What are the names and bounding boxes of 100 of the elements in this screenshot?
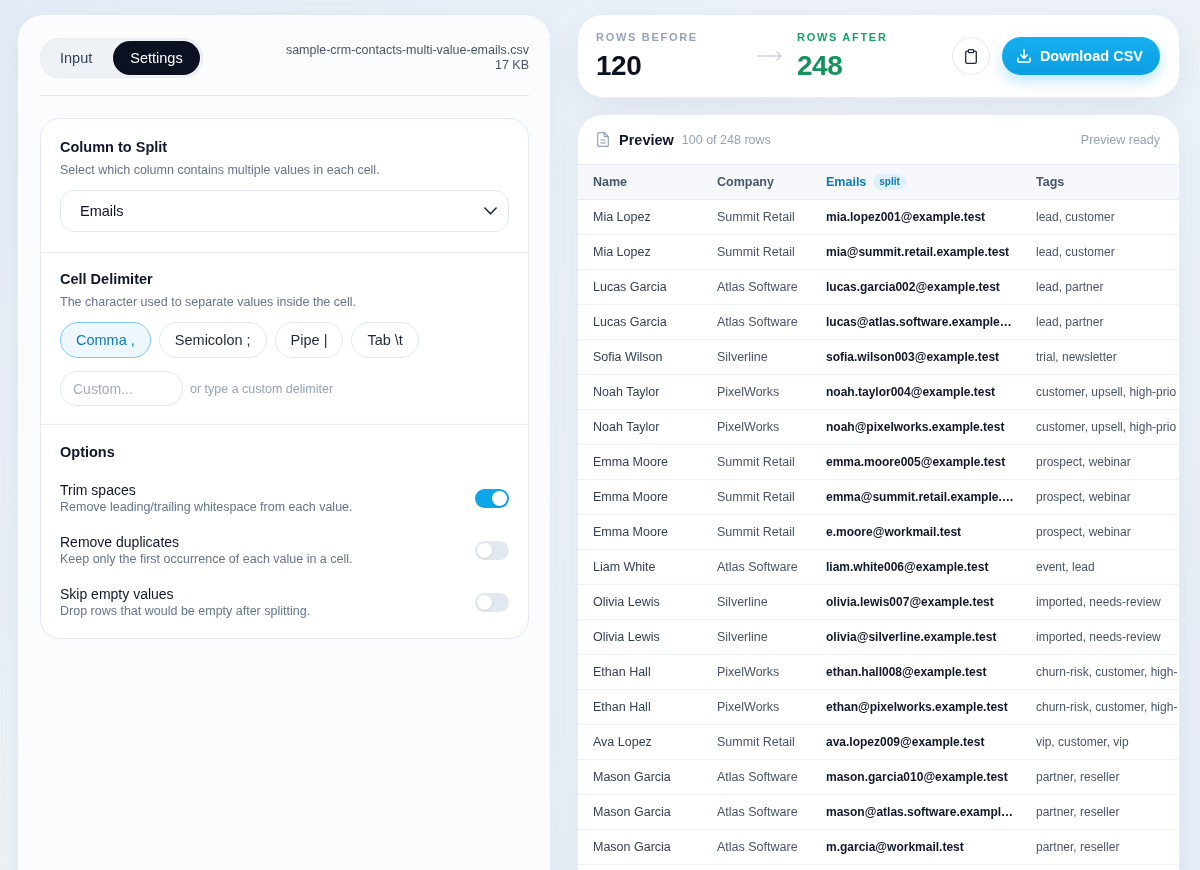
table-cell-text: Summit Retail — [716, 734, 796, 751]
toggle-switch[interactable] — [475, 540, 509, 560]
table-cell-text: customer, upsell, high-prio — [1035, 384, 1178, 401]
delimiter-chip[interactable]: Semicolon ; — [158, 322, 267, 358]
table-cell-text: Mason Garcia — [592, 804, 672, 821]
table-cell-text: customer, upsell, high-prio — [1035, 419, 1178, 436]
table-cell-text: e.moore@workmail.test — [825, 524, 963, 541]
column-header: Tags — [1036, 175, 1065, 189]
toggle-switch[interactable] — [475, 592, 509, 612]
table-cell-text: PixelWorks — [716, 699, 781, 716]
option-description: Remove leading/trailing whitespace from each value. — [60, 499, 353, 515]
table-cell-text: emma@summit.retail.example.… — [825, 489, 1015, 506]
table-cell-text: PixelWorks — [716, 419, 781, 436]
table-cell-text: Atlas Software — [716, 279, 799, 296]
clipboard-icon — [964, 48, 977, 64]
section-description: The character used to separate values inside the cell. — [60, 295, 357, 310]
table-cell-text: Lucas Garcia — [592, 314, 668, 331]
table-cell-text: PixelWorks — [716, 664, 781, 681]
table-cell-text: churn-risk, customer, high- — [1035, 699, 1179, 716]
table-cell-text: ava.lopez009@example.test — [825, 734, 986, 751]
table-cell-text: Olivia Lewis — [592, 629, 661, 646]
table-cell-text: Silverline — [716, 349, 769, 366]
table-cell-text: Ethan Hall — [592, 699, 652, 716]
delimiter-chip[interactable]: Comma , — [60, 322, 151, 358]
table-cell-text: partner, reseller — [1035, 839, 1121, 856]
table-cell-text: trial, newsletter — [1035, 349, 1118, 366]
split-badge: split — [873, 174, 906, 190]
table-cell-text: Atlas Software — [716, 839, 799, 856]
table-cell-text: Summit Retail — [716, 489, 796, 506]
delimiter-chip[interactable]: Pipe | — [274, 322, 344, 358]
table-cell-text: Liam White — [592, 559, 657, 576]
chevron-down-icon — [484, 207, 497, 215]
table-cell-text: mason@atlas.software.exampl… — [825, 804, 1015, 821]
table-cell-text: mia@summit.retail.example.test — [825, 244, 1011, 261]
table-cell-text: Atlas Software — [716, 769, 799, 786]
table-cell-text: Mia Lopez — [592, 244, 652, 261]
table-cell-text: Sofia Wilson — [592, 349, 664, 366]
preview-title: Preview — [619, 131, 674, 148]
table-cell-text: Ethan Hall — [592, 664, 652, 681]
table-cell-text: Summit Retail — [716, 524, 796, 541]
table-cell-text: lead, customer — [1035, 209, 1116, 226]
custom-delimiter-hint: or type a custom delimiter — [190, 381, 334, 396]
option-description: Drop rows that would be empty after splitting. — [60, 603, 311, 619]
table-cell-text: Mason Garcia — [592, 839, 672, 856]
download-icon — [1016, 49, 1031, 63]
table-cell-text: imported, needs-review — [1035, 594, 1162, 611]
table-cell-text: olivia.lewis007@example.test — [825, 594, 995, 611]
table-cell-text: Noah Taylor — [592, 384, 661, 401]
table-cell-text: Noah Taylor — [592, 419, 661, 436]
table-cell-text: partner, reseller — [1035, 769, 1121, 786]
table-cell-text: lead, customer — [1035, 244, 1116, 261]
section-title: Column to Split — [60, 138, 169, 156]
option-label: Skip empty values — [60, 585, 174, 603]
table-cell-text: noah@pixelworks.example.test — [825, 419, 1006, 436]
stat-label: ROWS AFTER — [797, 30, 888, 44]
tab[interactable]: Settings — [113, 41, 200, 75]
column-header: Company — [717, 175, 774, 189]
table-cell-text: churn-risk, customer, high- — [1035, 664, 1179, 681]
column-header: Name — [593, 175, 628, 189]
table-cell-text: imported, needs-review — [1035, 629, 1162, 646]
table-cell-text: mason.garcia010@example.test — [825, 769, 1009, 786]
table-cell-text: Atlas Software — [716, 804, 799, 821]
stat-value: 248 — [797, 50, 843, 82]
table-cell-text: Emma Moore — [592, 489, 670, 506]
table-cell-text: Ava Lopez — [592, 734, 653, 751]
table-cell-text: ethan@pixelworks.example.test — [825, 699, 1009, 716]
section-title: Options — [60, 443, 116, 461]
column-select[interactable]: Emails — [60, 190, 509, 232]
tab[interactable]: Input — [43, 41, 110, 75]
table-cell-text: lead, partner — [1035, 314, 1105, 331]
table-cell-text: partner, reseller — [1035, 804, 1121, 821]
document-icon — [597, 132, 609, 147]
table-cell-text: prospect, webinar — [1035, 489, 1132, 506]
file-name: sample-crm-contacts-multi-value-emails.csv — [285, 43, 529, 58]
right-arrow-icon — [757, 51, 782, 61]
copy-button[interactable] — [951, 37, 990, 75]
option-description: Keep only the first occurrence of each value in a cell. — [60, 551, 353, 567]
table-cell-text: ethan.hall008@example.test — [825, 664, 988, 681]
section-title: Cell Delimiter — [60, 270, 154, 288]
table-cell-text: event, lead — [1035, 559, 1096, 576]
table-cell-text: Silverline — [716, 629, 769, 646]
section-description: Select which column contains multiple values in each cell. — [60, 163, 381, 178]
table-cell-text: prospect, webinar — [1035, 524, 1132, 541]
delimiter-chip[interactable]: Tab \t — [351, 322, 419, 358]
table-cell-text: PixelWorks — [716, 384, 781, 401]
table-cell-text: Emma Moore — [592, 454, 670, 471]
toggle-switch[interactable] — [475, 488, 509, 508]
table-cell-text: liam.white006@example.test — [825, 559, 990, 576]
preview-status: Preview ready — [1080, 132, 1160, 147]
custom-delimiter-field[interactable]: Custom... — [60, 371, 183, 406]
table-cell-text: Emma Moore — [592, 524, 670, 541]
table-cell-text: Summit Retail — [716, 454, 796, 471]
table-cell-text: noah.taylor004@example.test — [825, 384, 997, 401]
column-header: Emails — [826, 175, 867, 189]
table-cell-text: Silverline — [716, 594, 769, 611]
file-size: 17 KB — [494, 58, 529, 73]
table-cell-text: lucas.garcia002@example.test — [825, 279, 1001, 296]
table-cell-text: Mason Garcia — [592, 769, 672, 786]
table-cell-text: vip, customer, vip — [1035, 734, 1130, 751]
stat-value: 120 — [596, 50, 642, 82]
